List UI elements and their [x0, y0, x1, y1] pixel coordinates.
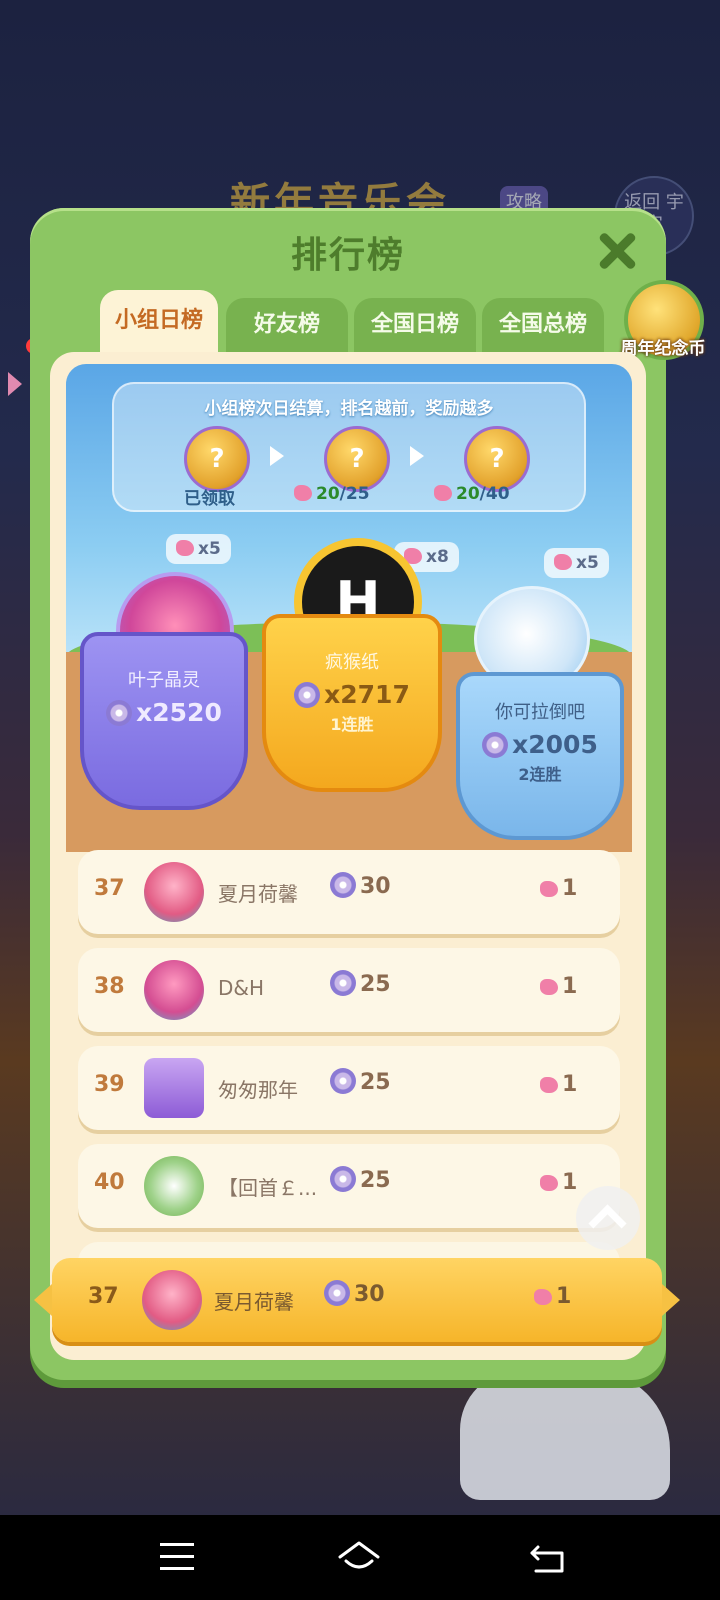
- disc-icon: [330, 1068, 356, 1094]
- disc-icon: [324, 1280, 350, 1306]
- close-icon[interactable]: [594, 228, 640, 274]
- second-place-podium[interactable]: 叶子晶灵 x2520: [80, 632, 248, 810]
- row-score: 25: [330, 970, 391, 997]
- petal-icon: [176, 540, 194, 556]
- my-rank-bar[interactable]: 37 夏月荷馨 30 1: [34, 1258, 680, 1342]
- table-row[interactable]: 40 【回首￡... 25 1: [78, 1144, 620, 1228]
- reward-chest-1-icon[interactable]: ?: [184, 426, 250, 492]
- second-place-name: 叶子晶灵: [128, 670, 200, 691]
- reward-2-progress: 20/25: [294, 484, 370, 504]
- first-place-score: x2717: [266, 680, 438, 709]
- my-score: 30: [324, 1280, 385, 1307]
- tab-national-total[interactable]: 全国总榜: [482, 298, 604, 352]
- third-place-streak: 2连胜: [518, 765, 562, 784]
- my-rank: 37: [88, 1284, 119, 1309]
- disc-icon: [330, 970, 356, 996]
- disc-icon: [330, 872, 356, 898]
- arrow-right-icon: [410, 446, 424, 466]
- my-avatar: [142, 1270, 202, 1330]
- table-row[interactable]: 39 匆匆那年 25 1: [78, 1046, 620, 1130]
- reward-notice: 小组榜次日结算，排名越前，奖励越多 ? ? ? 已领取 20/25 20/40: [112, 382, 586, 512]
- petal-reward-tag-third: x5: [544, 548, 609, 578]
- row-score: 25: [330, 1166, 391, 1193]
- avatar: [144, 862, 204, 922]
- petal-icon: [540, 1175, 558, 1191]
- scroll-to-top-button[interactable]: [576, 1186, 640, 1250]
- row-rank: 37: [94, 876, 125, 901]
- tab-group-daily[interactable]: 小组日榜: [100, 290, 218, 352]
- row-rank: 40: [94, 1170, 125, 1195]
- row-name: 【回首￡...: [218, 1176, 318, 1200]
- mascot-hand-decoration: [460, 1370, 670, 1500]
- tab-friends[interactable]: 好友榜: [226, 298, 348, 352]
- avatar: [144, 960, 204, 1020]
- row-name: 匆匆那年: [218, 1078, 298, 1102]
- petal-reward-tag-second: x5: [166, 534, 231, 564]
- reward-chest-3-icon[interactable]: ?: [464, 426, 530, 492]
- petal-icon: [554, 554, 572, 570]
- disc-icon: [482, 732, 509, 758]
- arrow-right-icon: [270, 446, 284, 466]
- panel-title: 排行榜: [290, 235, 405, 276]
- row-petals: 1: [540, 974, 577, 999]
- table-row[interactable]: 38 D&H 25 1: [78, 948, 620, 1032]
- third-place-name: 你可拉倒吧: [495, 702, 585, 723]
- avatar: [144, 1058, 204, 1118]
- back-icon[interactable]: [528, 1541, 568, 1575]
- system-navigation-bar: [0, 1515, 720, 1600]
- second-place-score: x2520: [84, 698, 244, 727]
- row-rank: 38: [94, 974, 125, 999]
- my-petals: 1: [534, 1284, 571, 1309]
- row-score: 25: [330, 1068, 391, 1095]
- disc-icon: [294, 682, 321, 708]
- leaderboard-content: 小组榜次日结算，排名越前，奖励越多 ? ? ? 已领取 20/25 20/40 …: [50, 352, 646, 1360]
- tab-national-daily[interactable]: 全国日榜: [354, 298, 476, 352]
- third-place-score: x2005: [460, 730, 620, 759]
- reward-chest-2-icon[interactable]: ?: [324, 426, 390, 492]
- home-icon[interactable]: [337, 1539, 381, 1575]
- reward-1-status: 已领取: [184, 489, 235, 509]
- row-name: 夏月荷馨: [218, 882, 298, 906]
- first-place-name: 疯猴纸: [325, 652, 379, 673]
- row-petals: 1: [540, 1072, 577, 1097]
- disc-icon: [330, 1166, 356, 1192]
- petal-icon: [540, 881, 558, 897]
- avatar: [144, 1156, 204, 1216]
- row-petals: 1: [540, 1170, 577, 1195]
- petal-icon: [540, 979, 558, 995]
- side-arrow-icon[interactable]: [8, 372, 22, 396]
- my-name: 夏月荷馨: [214, 1290, 294, 1314]
- row-petals: 1: [540, 876, 577, 901]
- petal-icon: [434, 485, 452, 501]
- table-row[interactable]: 37 夏月荷馨 30 1: [78, 850, 620, 934]
- petal-icon: [294, 485, 312, 501]
- petal-icon: [534, 1289, 552, 1305]
- row-rank: 39: [94, 1072, 125, 1097]
- notice-text: 小组榜次日结算，排名越前，奖励越多: [204, 399, 494, 419]
- row-score: 30: [330, 872, 391, 899]
- third-place-podium[interactable]: 你可拉倒吧 x2005 2连胜: [456, 672, 624, 840]
- menu-icon[interactable]: [160, 1543, 194, 1571]
- reward-3-progress: 20/40: [434, 484, 510, 504]
- row-name: D&H: [218, 976, 265, 1000]
- first-place-podium[interactable]: 疯猴纸 x2717 1连胜: [262, 614, 442, 792]
- petal-icon: [540, 1077, 558, 1093]
- disc-icon: [106, 700, 133, 726]
- first-place-streak: 1连胜: [330, 715, 374, 734]
